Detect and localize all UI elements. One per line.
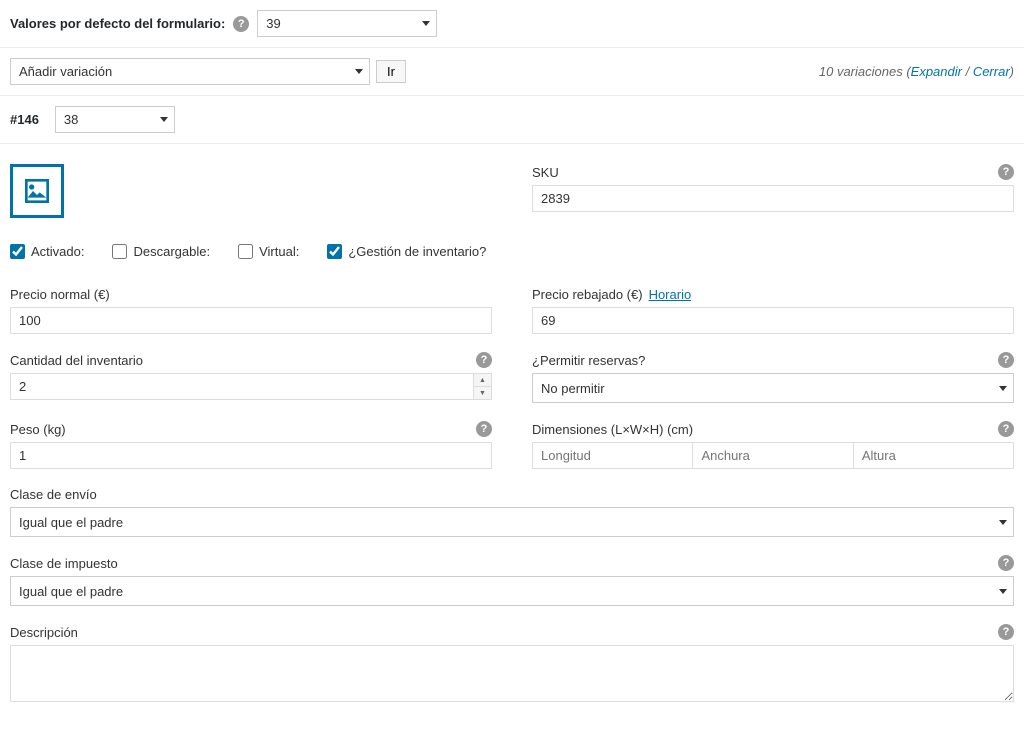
variation-actions-left: Añadir variación Ir xyxy=(10,58,406,85)
length-input[interactable] xyxy=(532,442,692,469)
variation-body: Activado: Descargable: Virtual: ¿Gestión… xyxy=(0,144,1024,733)
tax-class-field: Clase de impuesto Igual que el padre xyxy=(10,555,1014,606)
checkbox-activado-input[interactable] xyxy=(10,244,25,259)
weight-input[interactable] xyxy=(10,442,492,469)
backorders-select[interactable]: No permitir xyxy=(532,373,1014,403)
variation-id: #146 xyxy=(10,112,39,127)
sale-price-field: Precio rebajado (€) Horario xyxy=(532,287,1014,334)
expand-link[interactable]: Expandir xyxy=(911,64,962,79)
sku-label: SKU xyxy=(532,165,559,180)
checkbox-descargable[interactable]: Descargable: xyxy=(112,244,210,259)
help-icon[interactable] xyxy=(998,624,1014,640)
description-label: Descripción xyxy=(10,625,78,640)
shipping-class-field: Clase de envío Igual que el padre xyxy=(10,487,1014,537)
close-link[interactable]: Cerrar xyxy=(973,64,1010,79)
sku-field: SKU xyxy=(532,164,1014,212)
shipping-class-select[interactable]: Igual que el padre xyxy=(10,507,1014,537)
variation-action-select[interactable]: Añadir variación xyxy=(10,58,370,85)
variation-header[interactable]: #146 38 xyxy=(0,96,1024,144)
go-button[interactable]: Ir xyxy=(376,60,406,83)
variations-summary: 10 variaciones (Expandir / Cerrar) xyxy=(819,64,1014,79)
shipping-class-label: Clase de envío xyxy=(10,487,97,502)
dimensions-label: Dimensiones (L×W×H) (cm) xyxy=(532,422,693,437)
help-icon[interactable] xyxy=(998,164,1014,180)
sale-price-label: Precio rebajado (€) xyxy=(532,287,643,302)
checkbox-descargable-input[interactable] xyxy=(112,244,127,259)
tax-class-label: Clase de impuesto xyxy=(10,556,118,571)
stock-qty-field: Cantidad del inventario ▲ ▼ xyxy=(10,352,492,400)
backorders-label: ¿Permitir reservas? xyxy=(532,353,645,368)
variation-attribute-select[interactable]: 38 xyxy=(55,106,175,133)
help-icon[interactable] xyxy=(233,16,249,32)
spinner-up[interactable]: ▲ xyxy=(474,374,491,387)
default-form-values-label: Valores por defecto del formulario: xyxy=(10,16,225,31)
sku-input[interactable] xyxy=(532,185,1014,212)
weight-field: Peso (kg) xyxy=(10,421,492,469)
dimensions-field: Dimensiones (L×W×H) (cm) xyxy=(532,421,1014,469)
backorders-field: ¿Permitir reservas? No permitir xyxy=(532,352,1014,403)
description-textarea[interactable] xyxy=(10,645,1014,702)
checkbox-inventario-input[interactable] xyxy=(327,244,342,259)
weight-label: Peso (kg) xyxy=(10,422,66,437)
regular-price-input[interactable] xyxy=(10,307,492,334)
checkbox-row: Activado: Descargable: Virtual: ¿Gestión… xyxy=(10,244,492,259)
sale-price-input[interactable] xyxy=(532,307,1014,334)
variation-image-placeholder[interactable] xyxy=(10,164,64,218)
regular-price-label: Precio normal (€) xyxy=(10,287,110,302)
checkbox-inventario[interactable]: ¿Gestión de inventario? xyxy=(327,244,486,259)
help-icon[interactable] xyxy=(476,421,492,437)
help-icon[interactable] xyxy=(998,421,1014,437)
regular-price-field: Precio normal (€) xyxy=(10,287,492,334)
default-form-values-row: Valores por defecto del formulario: 39 xyxy=(0,0,1024,48)
variation-actions-row: Añadir variación Ir 10 variaciones (Expa… xyxy=(0,48,1024,96)
checkbox-activado[interactable]: Activado: xyxy=(10,244,84,259)
checkbox-virtual-input[interactable] xyxy=(238,244,253,259)
checkbox-virtual[interactable]: Virtual: xyxy=(238,244,299,259)
number-spinner: ▲ ▼ xyxy=(473,374,491,399)
description-field: Descripción xyxy=(10,624,1014,705)
help-icon[interactable] xyxy=(998,555,1014,571)
height-input[interactable] xyxy=(853,442,1014,469)
width-input[interactable] xyxy=(692,442,852,469)
spinner-down[interactable]: ▼ xyxy=(474,387,491,399)
stock-qty-label: Cantidad del inventario xyxy=(10,353,143,368)
tax-class-select[interactable]: Igual que el padre xyxy=(10,576,1014,606)
stock-qty-input[interactable] xyxy=(10,373,492,400)
image-icon xyxy=(21,175,53,207)
schedule-link[interactable]: Horario xyxy=(649,287,692,302)
help-icon[interactable] xyxy=(998,352,1014,368)
default-form-values-select[interactable]: 39 xyxy=(257,10,437,37)
help-icon[interactable] xyxy=(476,352,492,368)
